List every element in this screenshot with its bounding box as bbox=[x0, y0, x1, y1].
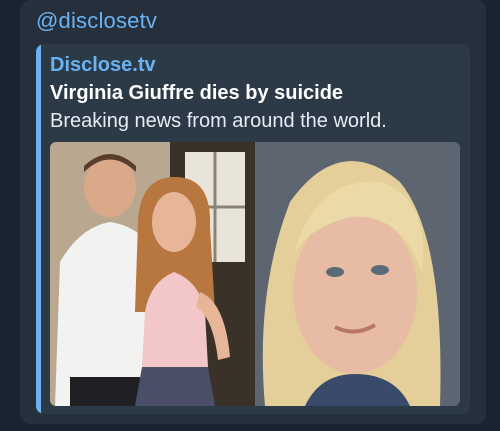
preview-site-name[interactable]: Disclose.tv bbox=[50, 54, 156, 77]
preview-description: Breaking news from around the world. bbox=[50, 110, 387, 132]
preview-image[interactable] bbox=[50, 142, 460, 406]
sender-name[interactable]: @disclosetv bbox=[36, 8, 157, 34]
preview-accent-bar bbox=[36, 44, 41, 414]
preview-title[interactable]: Virginia Giuffre dies by suicide bbox=[50, 82, 343, 105]
link-preview[interactable]: Disclose.tv Virginia Giuffre dies by sui… bbox=[36, 44, 470, 414]
